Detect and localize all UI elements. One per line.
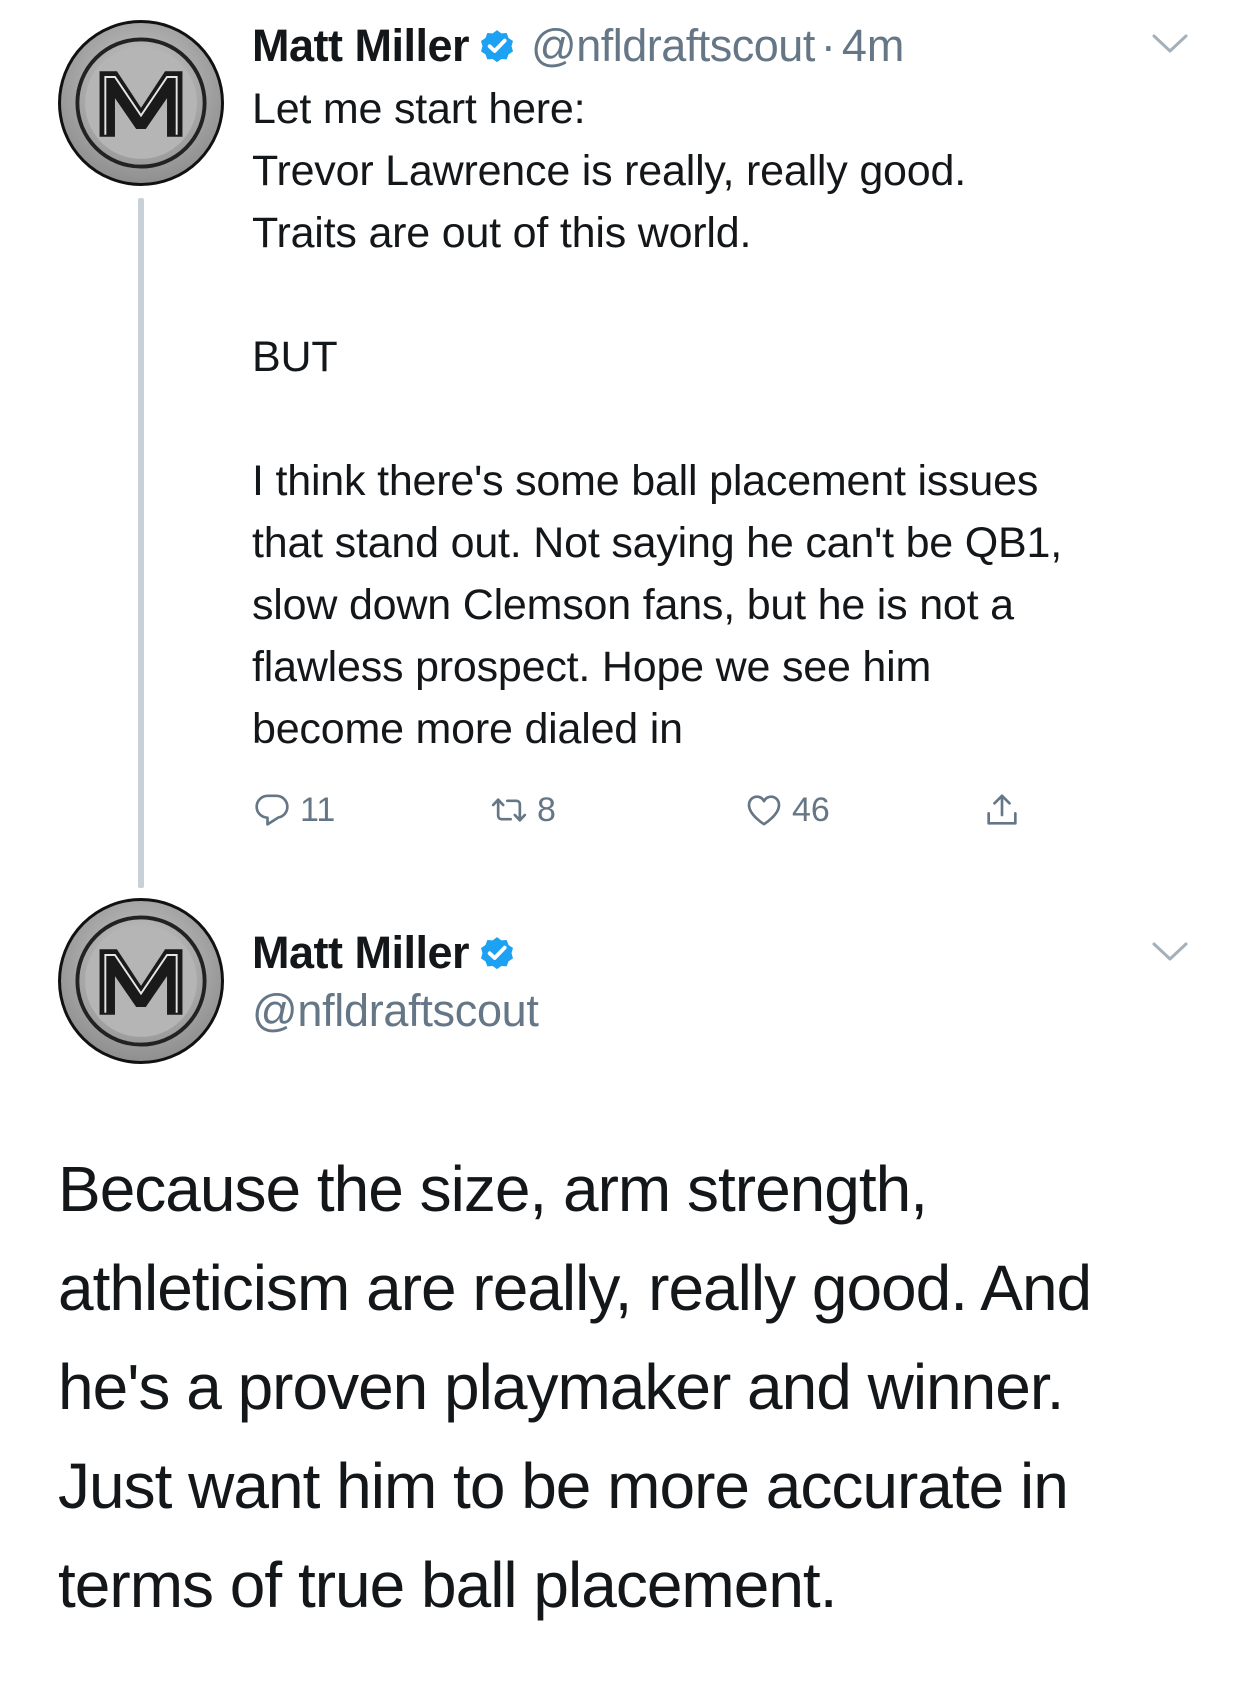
tweet-line: become more dialed in: [252, 705, 683, 753]
tweet-header: Matt Miller @nfldraftscout · 4m: [252, 18, 904, 74]
separator-dot: ·: [820, 20, 836, 71]
verified-badge-icon: [481, 30, 514, 63]
chevron-down-icon[interactable]: [1150, 940, 1190, 964]
tweet-line: athleticism are really, really good. And: [58, 1252, 1092, 1324]
like-count: 46: [792, 790, 830, 829]
author-name[interactable]: Matt Miller: [252, 927, 470, 979]
avatar[interactable]: [58, 20, 224, 186]
retweet-count: 8: [537, 790, 556, 829]
author-handle[interactable]: @nfldraftscout: [252, 985, 539, 1037]
heart-icon: [747, 795, 781, 826]
tweet-line: he's a proven playmaker and winner.: [58, 1351, 1064, 1423]
tweet-line: Trevor Lawrence is really, really good.: [252, 147, 966, 195]
m-logo-icon: [75, 37, 207, 169]
share-icon: [987, 794, 1017, 825]
tweet-line: flawless prospect. Hope we see him: [252, 643, 932, 691]
tweet-line: terms of true ball placement.: [58, 1549, 837, 1621]
tweet-line: BUT: [252, 333, 338, 381]
author-handle[interactable]: @nfldraftscout: [531, 20, 815, 72]
tweet-line: Just want him to be more accurate in: [58, 1450, 1069, 1522]
tweet-actions: 11 8 46: [252, 785, 1052, 835]
timestamp[interactable]: 4m: [842, 20, 905, 72]
tweet-line: Let me start here:: [252, 85, 586, 133]
tweet-line: slow down Clemson fans, but he is not a: [252, 581, 1014, 629]
reply-count: 11: [300, 790, 336, 829]
retweet-button[interactable]: 8: [489, 785, 556, 835]
author-name[interactable]: Matt Miller: [252, 20, 470, 72]
like-button[interactable]: 46: [744, 785, 830, 835]
tweet-body: Let me start here: Trevor Lawrence is re…: [252, 78, 1202, 760]
share-button[interactable]: [982, 785, 1022, 835]
avatar[interactable]: [58, 898, 224, 1064]
tweet-line: Traits are out of this world.: [252, 209, 752, 257]
tweet-line: I think there's some ball placement issu…: [252, 457, 1039, 505]
tweet-line: Because the size, arm strength,: [58, 1153, 928, 1225]
m-logo-icon: [75, 915, 207, 1047]
chevron-down-icon[interactable]: [1150, 32, 1190, 56]
tweet-line: that stand out. Not saying he can't be Q…: [252, 519, 1062, 567]
reply-icon: [255, 794, 289, 826]
retweet-icon: [491, 798, 527, 822]
reply-button[interactable]: 11: [252, 785, 335, 835]
tweet-header: Matt Miller: [252, 925, 531, 981]
tweet-body: Because the size, arm strength, athletic…: [58, 1140, 1218, 1635]
thread-connector-line: [138, 198, 144, 888]
verified-badge-icon: [481, 937, 514, 970]
